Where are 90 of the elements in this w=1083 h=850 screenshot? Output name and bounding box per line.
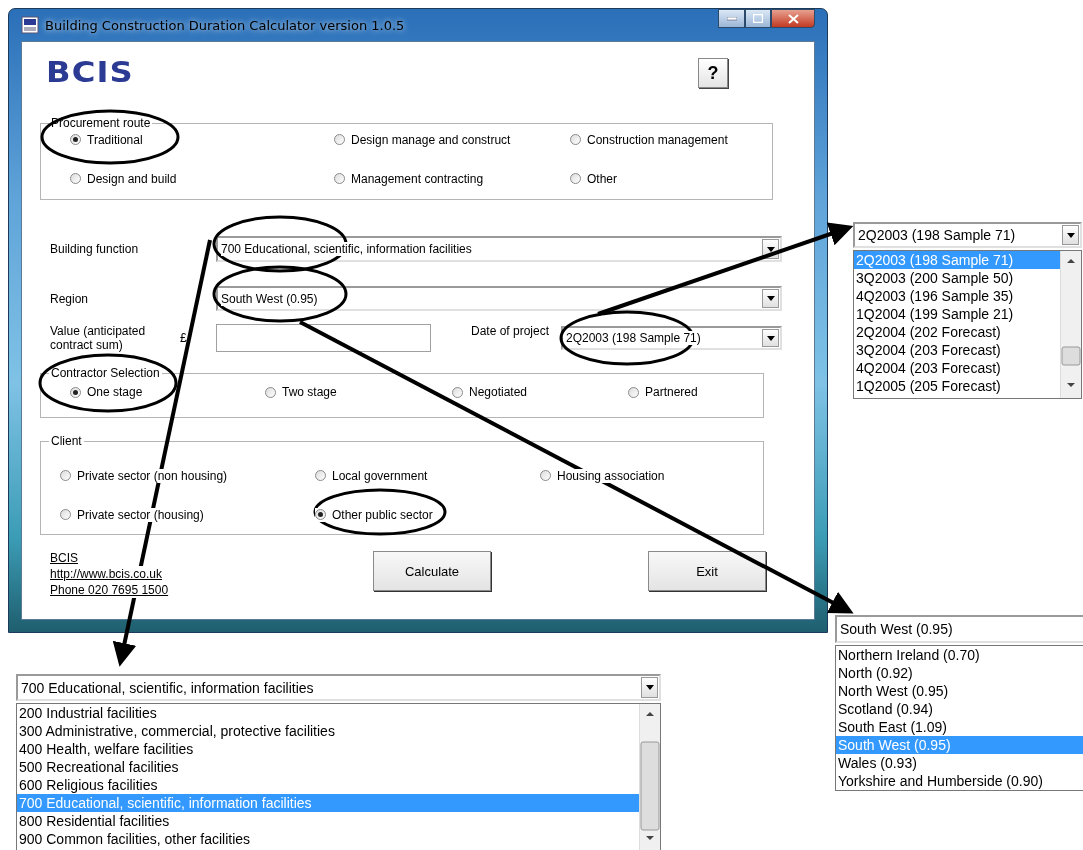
maximize-icon	[753, 14, 763, 23]
radio-option[interactable]: Design and build	[70, 171, 177, 186]
dropdown-field[interactable]: 700 Educational, scientific, information facilities	[216, 236, 782, 262]
dropdown-arrow-icon	[766, 335, 775, 341]
currency-symbol: £	[180, 331, 188, 345]
list-option[interactable]: Scotland (0.94)	[836, 700, 1083, 718]
contact-link[interactable]: BCIS	[50, 550, 78, 566]
list-option[interactable]: Northern Ireland (0.70)	[836, 646, 1083, 664]
field-label: Date of project	[471, 324, 551, 338]
list-option[interactable]: South East (1.09)	[836, 718, 1083, 736]
radio-option[interactable]: Other public sector	[315, 507, 433, 522]
radio-button[interactable]	[265, 386, 276, 398]
radio-option[interactable]: Local government	[315, 468, 428, 483]
dropdown-arrow-icon	[766, 296, 775, 301]
dropdown-field[interactable]: South West (0.95)	[216, 286, 782, 311]
dropdown-button[interactable]	[1062, 225, 1079, 245]
radio-button[interactable]	[60, 470, 71, 481]
radio-option[interactable]: One stage	[70, 385, 143, 399]
help-button[interactable]: ?	[698, 58, 728, 88]
radio-button[interactable]	[628, 386, 639, 398]
list-option[interactable]: 500 Recreational facilities	[17, 758, 639, 776]
radio-button[interactable]	[315, 470, 326, 481]
dropdown-button[interactable]	[762, 329, 779, 347]
list-option[interactable]: North West (0.95)	[836, 682, 1083, 700]
list-option[interactable]: 4Q2004 (203 Forecast)	[854, 359, 1060, 377]
dropdown-arrow-icon	[1066, 232, 1075, 238]
radio-button[interactable]	[452, 386, 463, 398]
radio-option[interactable]: Other	[570, 171, 617, 186]
radio-button[interactable]	[540, 470, 551, 481]
dropdown-button[interactable]	[762, 289, 779, 308]
dropdown-field[interactable]: 2Q2003 (198 Sample 71)	[853, 222, 1082, 248]
minimize-button[interactable]	[718, 9, 745, 28]
contact-link[interactable]: Phone 020 7695 1500	[50, 582, 169, 598]
logo: BCIS	[46, 56, 134, 89]
field-label: Region	[50, 291, 90, 306]
calculate-button[interactable]: Calculate	[373, 551, 491, 591]
exit-button[interactable]: Exit	[648, 551, 766, 591]
dropdown-button[interactable]	[641, 677, 658, 698]
list-option[interactable]: 1Q2005 (205 Forecast)	[854, 377, 1060, 395]
radio-button[interactable]	[315, 509, 326, 520]
radio-option[interactable]: Traditional	[70, 132, 143, 147]
dropdown-field[interactable]: 700 Educational, scientific, information facilities	[16, 674, 661, 701]
field-label: Building function	[50, 242, 140, 256]
radio-button[interactable]	[570, 173, 581, 184]
radio-button[interactable]	[70, 173, 81, 184]
list-option[interactable]: Wales (0.93)	[836, 754, 1083, 772]
list-option[interactable]: 400 Health, welfare facilities	[17, 740, 639, 758]
radio-option[interactable]: Construction management	[570, 132, 728, 147]
close-button[interactable]	[771, 9, 815, 28]
radio-button[interactable]	[334, 134, 345, 145]
minimize-icon	[726, 16, 737, 21]
dropdown-arrow-icon	[645, 685, 654, 690]
radio-option[interactable]: Design manage and construct	[334, 132, 511, 147]
list-option[interactable]: 600 Religious facilities	[17, 776, 639, 794]
radio-button[interactable]	[60, 509, 71, 520]
list-option[interactable]: 200 Industrial facilities	[17, 704, 639, 722]
close-icon	[787, 13, 799, 24]
radio-option[interactable]: Two stage	[265, 385, 337, 399]
group-label: Procurement route	[50, 116, 152, 130]
window-title: Building Construction Duration Calculator version 1.0.5	[45, 17, 405, 33]
maximize-button[interactable]	[745, 9, 771, 28]
dropdown-arrow-icon	[766, 246, 775, 252]
list-option[interactable]: 3Q2003 (200 Sample 50)	[854, 269, 1060, 287]
radio-button[interactable]	[570, 134, 581, 145]
value-input[interactable]	[216, 324, 431, 352]
list-option[interactable]: North (0.92)	[836, 664, 1083, 682]
list-option[interactable]: 800 Residential facilities	[17, 812, 639, 830]
list-option[interactable]: 300 Administrative, commercial, protective facilities	[17, 722, 639, 740]
radio-option[interactable]: Private sector (non housing)	[60, 468, 228, 483]
list-option[interactable]: 4Q2003 (196 Sample 35)	[854, 287, 1060, 305]
list-option[interactable]: 1Q2004 (199 Sample 21)	[854, 305, 1060, 323]
radio-option[interactable]: Management contracting	[334, 171, 484, 186]
list-option[interactable]: 3Q2004 (203 Forecast)	[854, 341, 1060, 359]
contact-link[interactable]: http://www.bcis.co.uk	[50, 566, 163, 582]
list-option[interactable]: 2Q2004 (202 Forecast)	[854, 323, 1060, 341]
group-label: Contractor Selection	[50, 366, 161, 380]
dropdown-field[interactable]: South West (0.95)	[835, 615, 1083, 643]
radio-option[interactable]: Partnered	[628, 385, 698, 399]
radio-button[interactable]	[70, 134, 81, 145]
dropdown-field[interactable]: 2Q2003 (198 Sample 71)	[561, 326, 782, 350]
list-option[interactable]: 900 Common facilities, other facilities	[17, 830, 639, 848]
radio-option[interactable]: Private sector (housing)	[60, 507, 204, 522]
list-option[interactable]: Yorkshire and Humberside (0.90)	[836, 772, 1083, 790]
radio-option[interactable]: Negotiated	[452, 385, 528, 399]
radio-button[interactable]	[334, 173, 345, 184]
group-label: Client	[50, 434, 83, 448]
field-label: Value (anticipated contract sum)	[50, 324, 147, 352]
radio-option[interactable]: Housing association	[540, 468, 665, 483]
radio-button[interactable]	[70, 386, 81, 398]
app-icon	[21, 16, 39, 34]
